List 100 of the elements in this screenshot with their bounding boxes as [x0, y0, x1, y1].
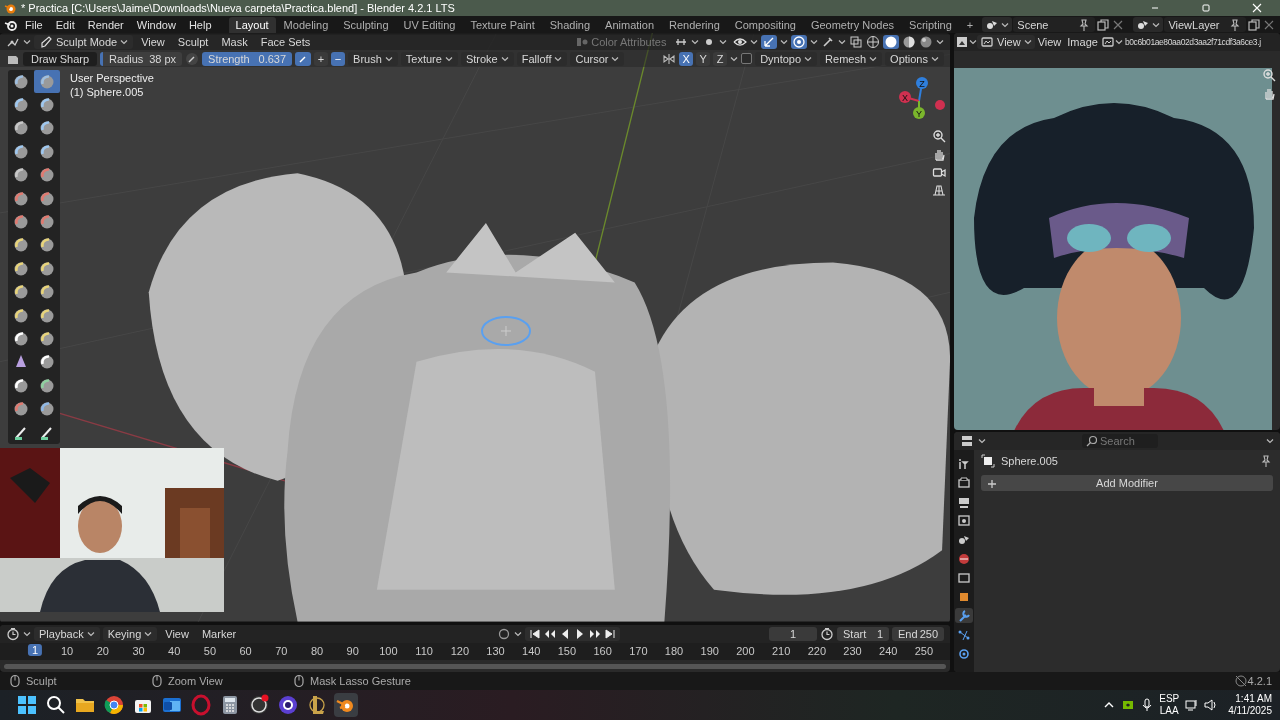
frame-number: 20: [96, 645, 109, 657]
caret-icon: [23, 630, 31, 638]
orbit-icon: [957, 646, 971, 661]
workspace-tab[interactable]: Modeling: [276, 16, 336, 33]
menu-item[interactable]: View: [1034, 35, 1065, 49]
disc-app-icon: [276, 693, 300, 717]
status-hint: Sculpt: [26, 675, 57, 687]
box-icon: [957, 570, 971, 585]
app-logo-icon: [4, 2, 16, 14]
taskbar-button[interactable]: [334, 693, 358, 717]
playhead[interactable]: 1: [27, 644, 43, 656]
jump-start-icon[interactable]: [528, 627, 543, 641]
volume-icon[interactable]: [1203, 698, 1218, 712]
image-icon[interactable]: [1100, 35, 1115, 49]
copy-icon[interactable]: [1247, 17, 1261, 32]
menu-item[interactable]: Image: [1064, 35, 1101, 49]
search-field[interactable]: Search: [1082, 434, 1158, 448]
workspace-tab[interactable]: UV Editing: [396, 16, 463, 33]
mouse-icon: [150, 674, 164, 688]
frame-number: 40: [168, 645, 181, 657]
timeline-scrollbar[interactable]: [4, 663, 946, 669]
scene-type-button[interactable]: [982, 17, 1013, 32]
menu-item[interactable]: View: [160, 627, 194, 641]
editor-type-icon[interactable]: [960, 434, 974, 448]
mouse-icon: [292, 674, 306, 688]
workspace-tab[interactable]: Geometry Nodes: [803, 16, 902, 33]
clock-time[interactable]: 1:41 AM: [1235, 693, 1272, 705]
next-keyframe-icon[interactable]: [588, 627, 603, 641]
workspace-tab[interactable]: Sculpting: [336, 16, 396, 33]
frame-number: 70: [275, 645, 288, 657]
properties-tab[interactable]: [955, 513, 973, 528]
taskbar-button[interactable]: [102, 693, 126, 717]
frame-number: 230: [843, 645, 862, 657]
taskbar-button[interactable]: [247, 693, 271, 717]
properties-tab[interactable]: [955, 475, 973, 490]
menu-item[interactable]: Marker: [196, 627, 242, 641]
browser-icon: [102, 693, 126, 717]
caret-icon: [1001, 20, 1010, 29]
wrench-icon: [957, 608, 971, 623]
record-icon[interactable]: [497, 627, 512, 641]
current-frame-field[interactable]: 1: [769, 627, 817, 641]
properties-tab[interactable]: [955, 570, 973, 585]
language-indicator[interactable]: ESP: [1159, 693, 1180, 705]
workspace-tab[interactable]: Texture Paint: [463, 16, 542, 33]
record-icon: [247, 693, 271, 717]
caret-icon: [1152, 20, 1161, 29]
image-icon: [980, 35, 994, 49]
status-hint: Zoom View: [168, 675, 223, 687]
globe-icon: [957, 551, 971, 566]
menu-item[interactable]: Edit: [49, 18, 81, 31]
editor-type-icon[interactable]: [6, 627, 20, 641]
clock-date[interactable]: 4/11/2025: [1228, 705, 1272, 717]
add-workspace-button[interactable]: +: [959, 16, 981, 33]
pin-icon[interactable]: [1259, 454, 1273, 468]
workspace-tab[interactable]: Layout: [228, 16, 276, 33]
workspace-tab[interactable]: Shading: [542, 16, 598, 33]
caret-icon: [144, 630, 153, 638]
network-icon[interactable]: [1184, 698, 1199, 712]
frame-number: 170: [629, 645, 648, 657]
taskbar-button[interactable]: [15, 693, 39, 717]
menu-item[interactable]: File: [19, 18, 49, 31]
workspace-tab[interactable]: Compositing: [727, 16, 803, 33]
zoom-icon[interactable]: [1262, 68, 1276, 82]
frame-number: 130: [486, 645, 505, 657]
view-layer-field[interactable]: ViewLayer: [1164, 17, 1246, 32]
workspace-tab[interactable]: Rendering: [662, 16, 727, 33]
image-name-field[interactable]: b0c6b01ae80aa02d3aa2f71cdf3a6ce3.j: [1122, 36, 1263, 48]
ring-icon: [189, 693, 213, 717]
frame-number: 250: [914, 645, 934, 657]
scene-type-button[interactable]: [1133, 17, 1164, 32]
workspace-tab[interactable]: Animation: [598, 16, 661, 33]
workspace-tab[interactable]: Scripting: [902, 16, 959, 33]
maximize-icon[interactable]: [1201, 3, 1211, 13]
dropdown[interactable]: Playback: [34, 627, 100, 641]
caret-icon: [1114, 38, 1123, 46]
hand-icon[interactable]: [1262, 86, 1276, 100]
menu-item[interactable]: Window: [130, 18, 182, 31]
copy-icon[interactable]: [1095, 17, 1110, 32]
view-mode-dropdown[interactable]: View: [977, 35, 1035, 49]
frame-number: 60: [239, 645, 252, 657]
jump-end-icon[interactable]: [603, 627, 618, 641]
frame-number: 240: [879, 645, 898, 657]
dropdown[interactable]: Keying: [102, 627, 158, 641]
clock-icon[interactable]: [820, 627, 834, 641]
taskbar-button[interactable]: [276, 693, 300, 717]
language-indicator[interactable]: LAA: [1159, 705, 1179, 717]
close-icon[interactable]: [1252, 3, 1262, 13]
editor-type-icon[interactable]: [955, 35, 969, 49]
menu-item[interactable]: Help: [182, 18, 218, 31]
end-frame-field[interactable]: End 250: [892, 627, 944, 641]
graphics-icon[interactable]: [1121, 698, 1136, 712]
frame-number: 30: [132, 645, 145, 657]
start-frame-field[interactable]: Start 1: [837, 627, 889, 641]
pin-icon: [1228, 17, 1242, 32]
frame-number: 150: [557, 645, 577, 657]
frame-number: 190: [700, 645, 719, 657]
menu-item[interactable]: Render: [81, 18, 130, 31]
properties-tab[interactable]: [955, 608, 973, 623]
add-modifier-button[interactable]: Add Modifier: [981, 475, 1273, 491]
scene-field[interactable]: Scene: [1013, 17, 1095, 32]
